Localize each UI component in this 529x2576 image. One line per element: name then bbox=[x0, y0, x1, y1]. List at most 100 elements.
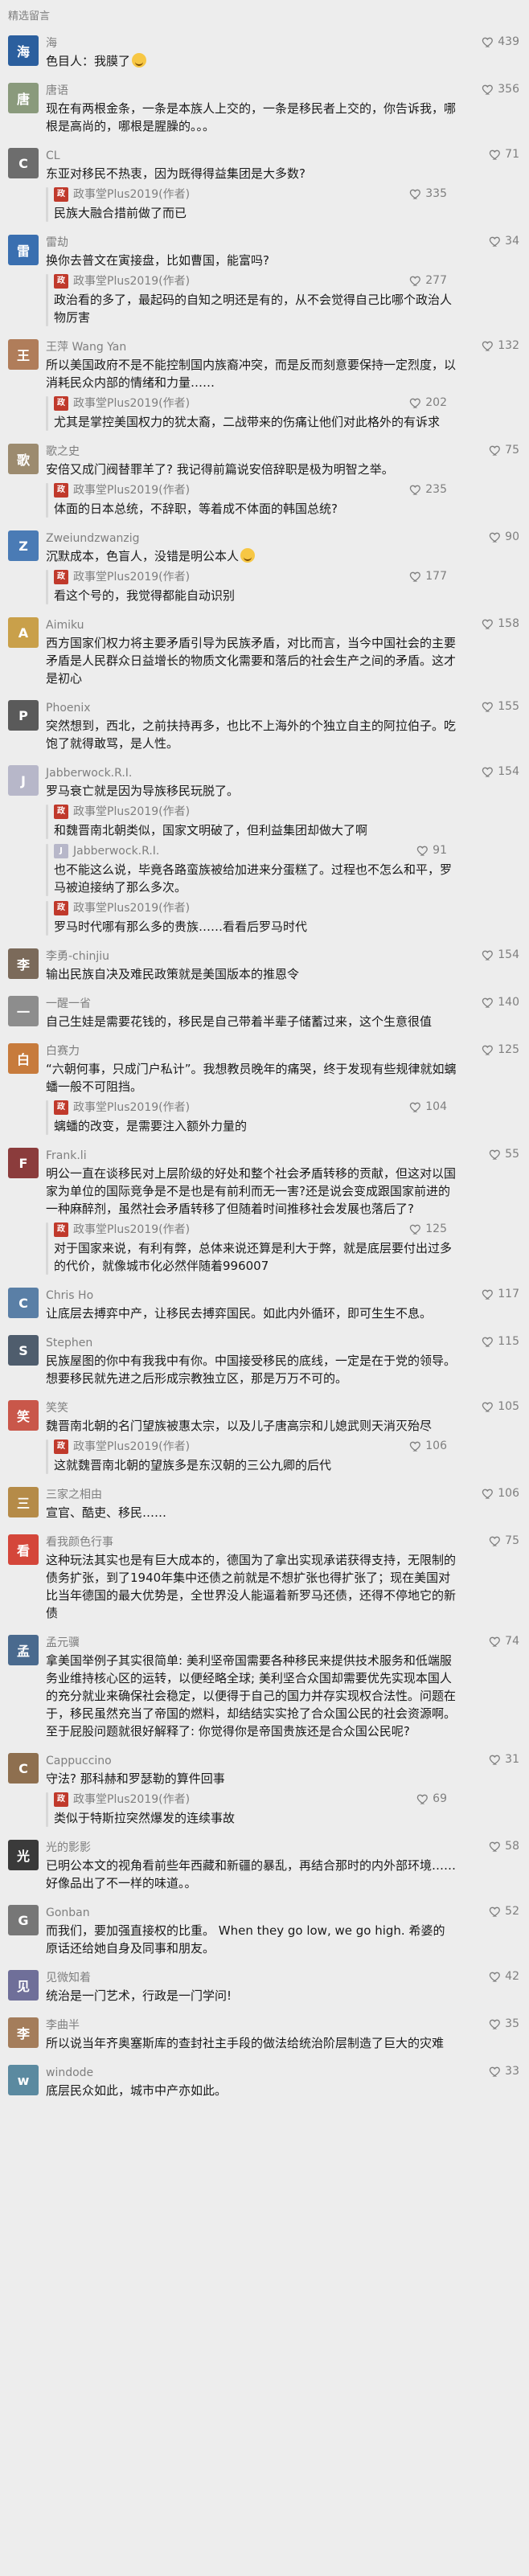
avatar[interactable]: A bbox=[8, 617, 39, 648]
comment-author[interactable]: windode bbox=[46, 2066, 457, 2080]
avatar[interactable]: 李 bbox=[8, 2017, 39, 2048]
like-button[interactable]: 439 bbox=[482, 35, 519, 48]
reply-like-button[interactable]: 335 bbox=[409, 187, 447, 200]
reply-author[interactable]: 政事堂Plus2019(作者) bbox=[73, 1440, 190, 1454]
like-button[interactable]: 154 bbox=[482, 948, 519, 961]
reply-avatar[interactable]: 政 bbox=[54, 1100, 68, 1115]
comment-author[interactable]: 一醒一省 bbox=[46, 997, 457, 1011]
reply-author[interactable]: 政事堂Plus2019(作者) bbox=[73, 805, 190, 819]
comment-author[interactable]: 海 bbox=[46, 36, 457, 51]
comment-author[interactable]: 看我颜色行事 bbox=[46, 1535, 457, 1550]
avatar[interactable]: 歌 bbox=[8, 444, 39, 474]
avatar[interactable]: P bbox=[8, 700, 39, 731]
reply-avatar[interactable]: 政 bbox=[54, 1440, 68, 1454]
comment-author[interactable]: 唐语 bbox=[46, 84, 457, 98]
reply-avatar[interactable]: 政 bbox=[54, 1222, 68, 1237]
like-button[interactable]: 75 bbox=[489, 444, 519, 457]
reply-like-button[interactable]: 202 bbox=[409, 396, 447, 409]
reply-author[interactable]: 政事堂Plus2019(作者) bbox=[73, 483, 190, 498]
avatar[interactable]: 海 bbox=[8, 35, 39, 66]
like-button[interactable]: 105 bbox=[482, 1400, 519, 1413]
comment-author[interactable]: 白赛力 bbox=[46, 1044, 457, 1059]
avatar[interactable]: 孟 bbox=[8, 1635, 39, 1665]
comment-author[interactable]: Cappuccino bbox=[46, 1754, 457, 1768]
avatar[interactable]: 笑 bbox=[8, 1400, 39, 1431]
reply-like-button[interactable]: 235 bbox=[409, 483, 447, 496]
comment-author[interactable]: 雷劫 bbox=[46, 235, 457, 250]
comment-author[interactable]: 笑笑 bbox=[46, 1401, 457, 1415]
reply-author[interactable]: 政事堂Plus2019(作者) bbox=[73, 1792, 190, 1807]
like-button[interactable]: 55 bbox=[489, 1148, 519, 1161]
avatar[interactable]: 光 bbox=[8, 1840, 39, 1870]
reply-like-button[interactable]: 69 bbox=[416, 1792, 447, 1805]
reply-avatar[interactable]: 政 bbox=[54, 396, 68, 411]
like-button[interactable]: 117 bbox=[482, 1288, 519, 1300]
like-button[interactable]: 58 bbox=[489, 1840, 519, 1853]
like-button[interactable]: 35 bbox=[489, 2017, 519, 2030]
reply-author[interactable]: 政事堂Plus2019(作者) bbox=[73, 901, 190, 915]
avatar[interactable]: w bbox=[8, 2065, 39, 2095]
like-button[interactable]: 71 bbox=[489, 148, 519, 161]
avatar[interactable]: S bbox=[8, 1335, 39, 1366]
comment-author[interactable]: Phoenix bbox=[46, 701, 457, 715]
like-button[interactable]: 34 bbox=[489, 235, 519, 248]
like-button[interactable]: 31 bbox=[489, 1753, 519, 1766]
comment-author[interactable]: 见微知着 bbox=[46, 1971, 457, 1985]
like-button[interactable]: 75 bbox=[489, 1534, 519, 1547]
avatar[interactable]: Z bbox=[8, 530, 39, 561]
comment-author[interactable]: 王萍 Wang Yan bbox=[46, 340, 457, 354]
avatar[interactable]: F bbox=[8, 1148, 39, 1178]
reply-like-button[interactable]: 91 bbox=[416, 844, 447, 857]
reply-like-button[interactable]: 106 bbox=[409, 1440, 447, 1452]
avatar[interactable]: G bbox=[8, 1905, 39, 1935]
reply-author[interactable]: 政事堂Plus2019(作者) bbox=[73, 274, 190, 289]
reply-author[interactable]: 政事堂Plus2019(作者) bbox=[73, 1100, 190, 1115]
reply-author[interactable]: 政事堂Plus2019(作者) bbox=[73, 1222, 190, 1237]
reply-avatar[interactable]: 政 bbox=[54, 274, 68, 289]
like-button[interactable]: 33 bbox=[489, 2065, 519, 2078]
like-button[interactable]: 132 bbox=[482, 339, 519, 352]
avatar[interactable]: 雷 bbox=[8, 235, 39, 265]
like-button[interactable]: 155 bbox=[482, 700, 519, 713]
avatar[interactable]: 李 bbox=[8, 948, 39, 979]
avatar[interactable]: 白 bbox=[8, 1043, 39, 1074]
avatar[interactable]: 看 bbox=[8, 1534, 39, 1565]
comment-author[interactable]: Aimiku bbox=[46, 618, 457, 633]
comment-author[interactable]: Chris Ho bbox=[46, 1288, 457, 1303]
avatar[interactable]: 见 bbox=[8, 1970, 39, 2001]
comment-author[interactable]: 三家之相由 bbox=[46, 1488, 457, 1502]
like-button[interactable]: 125 bbox=[482, 1043, 519, 1056]
like-button[interactable]: 158 bbox=[482, 617, 519, 630]
reply-avatar[interactable]: J bbox=[54, 844, 68, 858]
reply-like-button[interactable]: 104 bbox=[409, 1100, 447, 1113]
comment-author[interactable]: 歌之史 bbox=[46, 444, 457, 459]
reply-avatar[interactable]: 政 bbox=[54, 1792, 68, 1807]
reply-avatar[interactable]: 政 bbox=[54, 805, 68, 819]
like-button[interactable]: 52 bbox=[489, 1905, 519, 1918]
reply-author[interactable]: Jabberwock.R.I. bbox=[73, 844, 159, 858]
reply-like-button[interactable]: 125 bbox=[409, 1222, 447, 1235]
reply-like-button[interactable]: 277 bbox=[409, 274, 447, 287]
comment-author[interactable]: Stephen bbox=[46, 1336, 457, 1350]
reply-avatar[interactable]: 政 bbox=[54, 483, 68, 498]
comment-author[interactable]: 光的影影 bbox=[46, 1841, 457, 1855]
comment-author[interactable]: 李勇-chinjiu bbox=[46, 949, 457, 964]
reply-author[interactable]: 政事堂Plus2019(作者) bbox=[73, 396, 190, 411]
reply-author[interactable]: 政事堂Plus2019(作者) bbox=[73, 187, 190, 202]
like-button[interactable]: 154 bbox=[482, 765, 519, 778]
avatar[interactable]: J bbox=[8, 765, 39, 796]
reply-avatar[interactable]: 政 bbox=[54, 901, 68, 915]
like-button[interactable]: 115 bbox=[482, 1335, 519, 1348]
avatar[interactable]: C bbox=[8, 1288, 39, 1318]
comment-author[interactable]: Frank.li bbox=[46, 1149, 457, 1163]
comment-author[interactable]: 孟元骥 bbox=[46, 1636, 457, 1650]
comment-author[interactable]: Gonban bbox=[46, 1906, 457, 1920]
avatar[interactable]: 王 bbox=[8, 339, 39, 370]
reply-like-button[interactable]: 177 bbox=[409, 570, 447, 583]
avatar[interactable]: 唐 bbox=[8, 83, 39, 113]
comment-author[interactable]: Zweiundzwanzig bbox=[46, 531, 457, 546]
like-button[interactable]: 140 bbox=[482, 996, 519, 1009]
like-button[interactable]: 42 bbox=[489, 1970, 519, 1983]
like-button[interactable]: 90 bbox=[489, 530, 519, 543]
reply-author[interactable]: 政事堂Plus2019(作者) bbox=[73, 570, 190, 584]
